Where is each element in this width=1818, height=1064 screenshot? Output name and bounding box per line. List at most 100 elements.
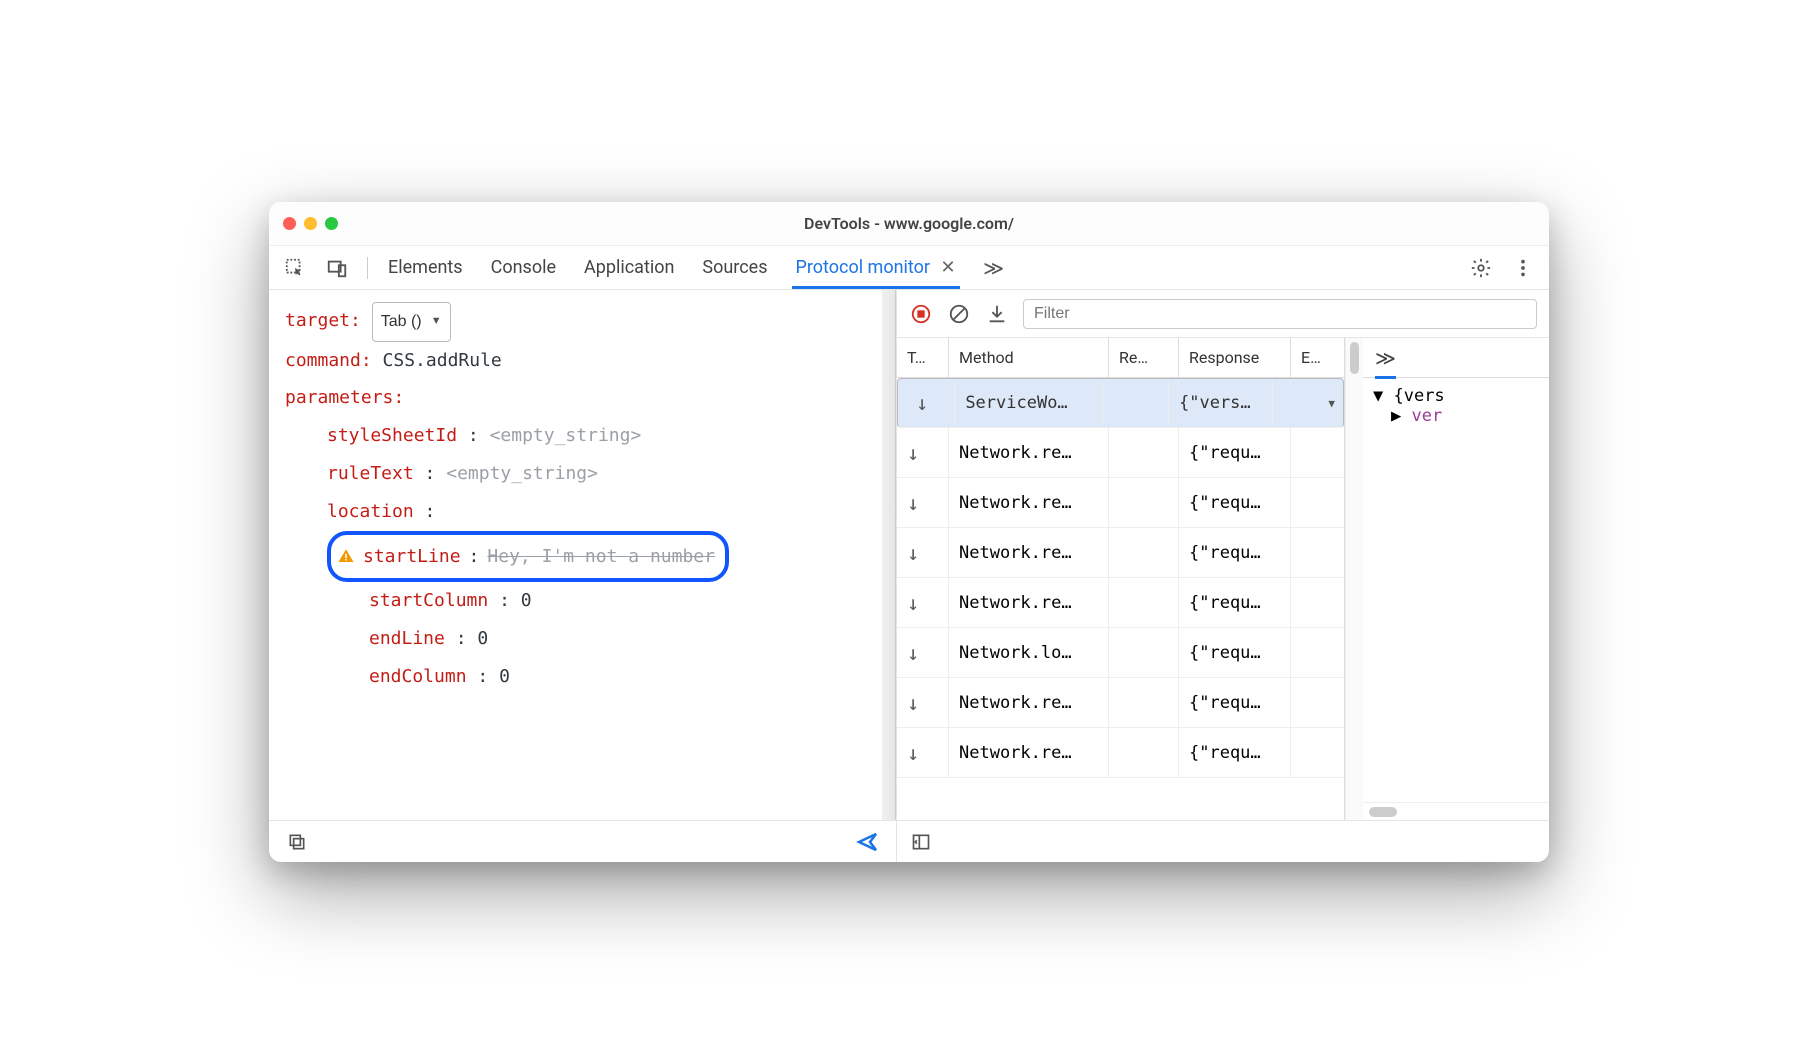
param-startline-value[interactable]: Hey, I'm not a number	[487, 538, 715, 576]
kebab-menu-icon[interactable]	[1511, 256, 1535, 280]
row-direction-icon: ↓	[897, 528, 949, 577]
param-startline-key[interactable]: startLine	[363, 538, 461, 576]
col-elapsed-label: E…	[1301, 348, 1321, 367]
row-direction-icon: ↓	[897, 678, 949, 727]
send-command-icon[interactable]	[856, 830, 880, 854]
log-row[interactable]: ↓Network.re… {"requ…	[897, 528, 1344, 578]
tab-application[interactable]: Application	[582, 247, 676, 288]
row-response: {"requ…	[1179, 678, 1291, 727]
row-response: {"vers…	[1169, 381, 1273, 425]
log-row[interactable]: ↓Network.re…{"requ…	[897, 578, 1344, 628]
inspector-tabs: ≫	[1363, 338, 1549, 378]
protocol-log-pane: T… Method Re… Response E… ↓ServiceWo…{"v…	[897, 290, 1549, 862]
row-direction-icon: ↓	[897, 578, 949, 627]
row-response: {"requ…	[1179, 528, 1291, 577]
log-row[interactable]: ↓Network.re… {"requ…	[897, 428, 1344, 478]
tab-console[interactable]: Console	[489, 247, 558, 288]
row-method: ServiceWo…	[955, 381, 1103, 425]
download-icon[interactable]	[985, 302, 1009, 326]
log-row[interactable]: ↓Network.re… {"requ…	[897, 678, 1344, 728]
copy-icon[interactable]	[285, 830, 309, 854]
log-bottom-bar	[897, 820, 1549, 862]
row-response: {"requ…	[1179, 478, 1291, 527]
inspector-hscrollbar[interactable]	[1363, 802, 1549, 820]
col-request[interactable]: Re…	[1109, 338, 1179, 377]
row-direction-icon: ↓	[897, 478, 949, 527]
log-row[interactable]: ↓ServiceWo… {"vers…	[897, 378, 1344, 428]
more-tabs-icon[interactable]: ≫	[982, 256, 1006, 280]
log-row[interactable]: ↓Network.re…{"requ…	[897, 478, 1344, 528]
col-method[interactable]: Method	[949, 338, 1109, 377]
log-toolbar	[897, 290, 1549, 338]
row-method: Network.re…	[949, 678, 1109, 727]
command-editor-content: target: Tab () command: CSS.addRule para…	[269, 290, 882, 820]
devtools-window: DevTools - www.google.com/ Elements Cons…	[269, 202, 1549, 862]
row-response: {"requ…	[1179, 428, 1291, 477]
log-row[interactable]: ↓Network.lo… {"requ…	[897, 628, 1344, 678]
param-endline-value[interactable]: 0	[477, 628, 488, 649]
row-method: Network.re…	[949, 728, 1109, 777]
command-value[interactable]: CSS.addRule	[383, 350, 502, 371]
toggle-drawer-icon[interactable]	[909, 830, 933, 854]
param-stylesheetid-key[interactable]: styleSheetId	[327, 425, 457, 446]
param-location-key[interactable]: location	[327, 501, 414, 522]
window-title: DevTools - www.google.com/	[269, 214, 1549, 233]
window-titlebar: DevTools - www.google.com/	[269, 202, 1549, 246]
command-editor-pane: target: Tab () command: CSS.addRule para…	[269, 290, 897, 862]
inspector-more-tab[interactable]: ≫	[1375, 346, 1396, 379]
tab-elements[interactable]: Elements	[386, 247, 465, 288]
row-elapsed	[1273, 381, 1315, 425]
param-ruletext-key[interactable]: ruleText	[327, 463, 414, 484]
param-endline-key[interactable]: endLine	[369, 628, 445, 649]
row-method: Network.lo…	[949, 628, 1109, 677]
param-endcolumn-key[interactable]: endColumn	[369, 666, 467, 687]
log-table: T… Method Re… Response E… ↓ServiceWo…{"v…	[897, 338, 1345, 820]
row-direction-icon: ↓	[897, 428, 949, 477]
tab-sources[interactable]: Sources	[700, 247, 769, 288]
editor-scrollbar[interactable]	[882, 290, 896, 820]
row-method: Network.re…	[949, 428, 1109, 477]
log-vscrollbar[interactable]	[1345, 338, 1363, 820]
filter-input[interactable]	[1023, 299, 1537, 329]
param-startcolumn-key[interactable]: startColumn	[369, 590, 488, 611]
toolbar-separator	[367, 257, 368, 279]
row-response: {"requ…	[1179, 628, 1291, 677]
window-minimize-button[interactable]	[304, 217, 317, 230]
main-toolbar: Elements Console Application Sources Pro…	[269, 246, 1549, 290]
close-tab-icon[interactable]: ✕	[940, 257, 955, 278]
device-toolbar-icon[interactable]	[325, 256, 349, 280]
row-elapsed	[1291, 478, 1335, 527]
tab-protocol-monitor[interactable]: Protocol monitor ✕	[794, 247, 958, 288]
record-stop-icon[interactable]	[909, 302, 933, 326]
row-elapsed	[1291, 428, 1335, 477]
command-label: command:	[285, 350, 372, 371]
col-type[interactable]: T…	[897, 338, 949, 377]
param-startcolumn-value[interactable]: 0	[521, 590, 532, 611]
param-ruletext-value[interactable]: <empty_string>	[446, 463, 598, 484]
warning-icon	[337, 547, 355, 565]
parameters-label: parameters:	[285, 387, 404, 408]
param-stylesheetid-value[interactable]: <empty_string>	[490, 425, 642, 446]
settings-gear-icon[interactable]	[1469, 256, 1493, 280]
row-elapsed	[1291, 678, 1335, 727]
editor-bottom-bar	[269, 820, 896, 862]
clear-log-icon[interactable]	[947, 302, 971, 326]
row-request	[1109, 528, 1179, 577]
tree-row-child[interactable]: ▶ ver	[1373, 406, 1539, 426]
window-maximize-button[interactable]	[325, 217, 338, 230]
window-close-button[interactable]	[283, 217, 296, 230]
row-method: Network.re…	[949, 528, 1109, 577]
row-direction-icon: ↓	[906, 381, 955, 425]
row-elapsed	[1291, 728, 1335, 777]
inspect-element-icon[interactable]	[283, 256, 307, 280]
row-direction-icon: ↓	[897, 628, 949, 677]
param-endcolumn-value[interactable]: 0	[499, 666, 510, 687]
param-startline-highlight: startLine : Hey, I'm not a number	[327, 531, 729, 583]
target-select[interactable]: Tab ()	[372, 302, 451, 342]
col-elapsed[interactable]: E…	[1291, 338, 1335, 377]
log-row[interactable]: ↓Network.re…{"requ…	[897, 728, 1344, 778]
target-label: target:	[285, 310, 361, 331]
log-table-body: ↓ServiceWo…{"vers…↓Network.re…{"requ…↓Ne…	[897, 378, 1344, 820]
tree-row-root[interactable]: ▼ {vers	[1373, 386, 1539, 406]
col-response[interactable]: Response	[1179, 338, 1291, 377]
